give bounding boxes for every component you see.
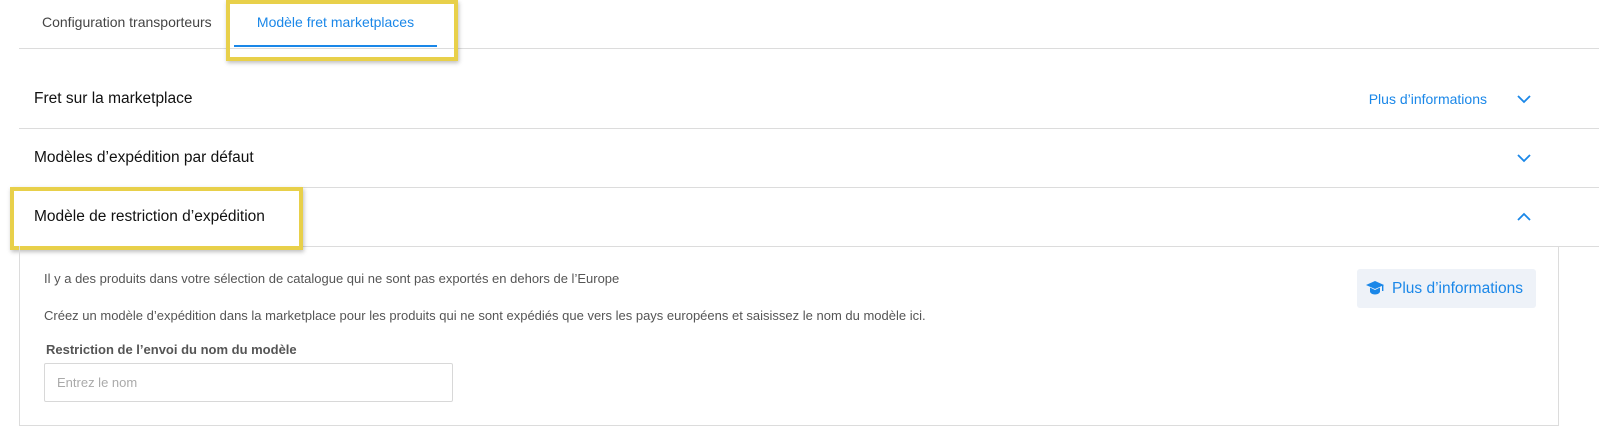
graduation-cap-icon xyxy=(1366,281,1384,295)
section-shipping-restriction-template-title: Modèle de restriction d’expédition xyxy=(34,208,265,225)
active-tab-indicator xyxy=(234,45,437,47)
section-marketplace-freight-title: Fret sur la marketplace xyxy=(34,90,193,107)
more-info-link[interactable]: Plus d’informations xyxy=(1369,70,1487,128)
template-name-input[interactable] xyxy=(44,363,453,402)
chevron-down-icon[interactable] xyxy=(1517,92,1531,106)
more-info-button-label: Plus d’informations xyxy=(1392,280,1523,297)
section-marketplace-freight[interactable]: Fret sur la marketplace Plus d’informati… xyxy=(19,70,1599,129)
template-name-label: Restriction de l’envoi du nom du modèle xyxy=(46,342,297,357)
section-default-shipping-templates-title: Modèles d’expédition par défaut xyxy=(34,149,254,166)
tab-carrier-configuration[interactable]: Configuration transporteurs xyxy=(42,0,212,47)
tab-marketplace-freight-template-label: Modèle fret marketplaces xyxy=(256,14,415,30)
chevron-up-icon[interactable] xyxy=(1517,210,1531,224)
tab-carrier-configuration-label: Configuration transporteurs xyxy=(42,14,212,30)
more-info-button[interactable]: Plus d’informations xyxy=(1357,269,1536,308)
chevron-down-icon[interactable] xyxy=(1517,151,1531,165)
info-text-non-exported-products: Il y a des produits dans votre sélection… xyxy=(44,271,620,286)
restriction-panel: Il y a des produits dans votre sélection… xyxy=(19,246,1559,426)
tab-bar: Configuration transporteurs Modèle fret … xyxy=(19,0,1599,49)
section-default-shipping-templates[interactable]: Modèles d’expédition par défaut xyxy=(19,129,1599,188)
tab-marketplace-freight-template[interactable]: Modèle fret marketplaces xyxy=(234,0,437,47)
info-text-create-template: Créez un modèle d’expédition dans la mar… xyxy=(44,308,926,323)
section-shipping-restriction-template[interactable]: Modèle de restriction d’expédition xyxy=(19,188,1599,247)
